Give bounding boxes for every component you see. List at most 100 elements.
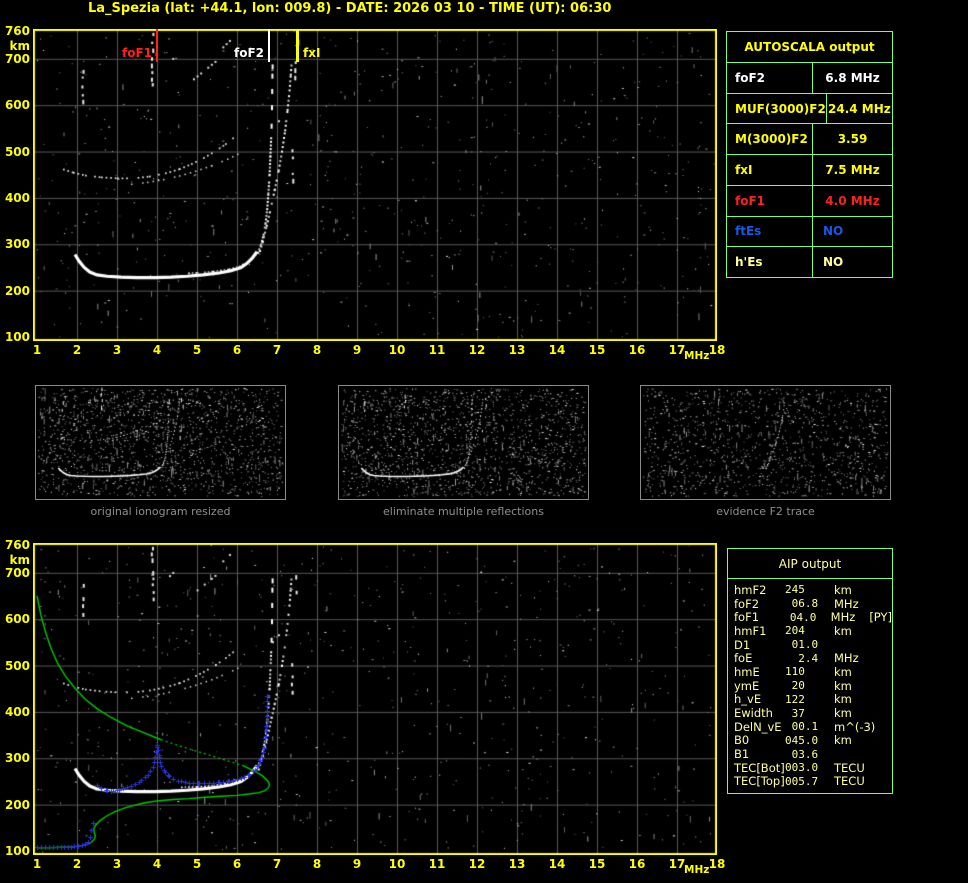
thumbnail-caption: eliminate multiple reflections [338, 505, 589, 518]
table-row: MUF(3000)F2 24.4 MHz [727, 94, 892, 125]
autoscala-table-title: AUTOSCALA output [727, 32, 892, 63]
thumbnail-evidence-f2-trace [640, 385, 891, 500]
axis-tick-label: 2 [66, 344, 88, 356]
aip-cell: hmE [734, 665, 785, 679]
fof1-marker-label: foF1 [118, 47, 152, 60]
aip-row: TEC[Bot]003.0TECU [728, 761, 892, 775]
axis-tick-label: 10 [386, 858, 408, 870]
axis-tick-label: 11 [426, 344, 448, 356]
aip-cell: TEC[Top] [734, 774, 785, 788]
aip-row: foF2 06.8MHz [728, 597, 892, 611]
aip-cell: 06.8 [785, 597, 834, 610]
aip-cell: ymE [734, 679, 785, 693]
thumbnail-caption: evidence F2 trace [640, 505, 891, 518]
table-row: h'Es NO [727, 247, 892, 277]
axis-tick-label: 700 [0, 53, 30, 65]
axis-tick-label: 15 [586, 344, 608, 356]
aip-row: foF1 04.0MHz[PY] [728, 610, 892, 624]
fxi-marker-label: fxI [303, 47, 320, 60]
axis-tick-label: 7 [266, 344, 288, 356]
axis-tick-label: 10 [386, 344, 408, 356]
station-date-title: La_Spezia (lat: +44.1, lon: 009.8) - DAT… [88, 1, 611, 16]
fof2-marker-label: foF2 [230, 47, 264, 60]
aip-cell: km [834, 679, 874, 693]
axis-tick-label: 13 [506, 858, 528, 870]
aip-cell: D1 [734, 638, 785, 652]
axis-tick-label: 600 [0, 99, 30, 111]
aip-cell: 00.1 [785, 720, 834, 733]
axis-tick-label: 2 [66, 858, 88, 870]
aip-row: DelN_vE 00.1m^(-3) [728, 720, 892, 734]
axis-tick-label: 5 [186, 858, 208, 870]
axis-tick-label: 300 [0, 752, 30, 764]
aip-cell: km [834, 583, 874, 597]
param-value: NO [813, 247, 892, 277]
aip-cell: 245 [785, 583, 834, 596]
aip-cell: DelN_vE [734, 720, 785, 734]
aip-cell: km [834, 733, 874, 747]
fof2-marker-line [268, 29, 270, 62]
axis-tick-label: 9 [346, 344, 368, 356]
aip-cell: 005.7 [785, 775, 834, 788]
axis-tick-label: 15 [586, 858, 608, 870]
param-value: 24.4 MHz [827, 94, 892, 124]
axis-tick-label: 4 [146, 858, 168, 870]
aip-cell: foF2 [734, 597, 785, 611]
aip-cell: hmF1 [734, 624, 785, 638]
fof1-marker-line [156, 29, 158, 62]
axis-tick-label: 13 [506, 344, 528, 356]
aip-row: hmF2245km [728, 583, 892, 597]
aip-cell: h_vE [734, 692, 785, 706]
fxi-marker-line [296, 29, 299, 62]
thumbnail-original-ionogram [35, 385, 286, 500]
axis-tick-label: 400 [0, 192, 30, 204]
table-row: fxI 7.5 MHz [727, 155, 892, 186]
aip-cell: 122 [785, 693, 834, 706]
axis-tick-label: 8 [306, 858, 328, 870]
axis-tick-label: 12 [466, 344, 488, 356]
axis-tick-label: 12 [466, 858, 488, 870]
aip-row: foE 2.4MHz [728, 651, 892, 665]
aip-row: hmE110km [728, 665, 892, 679]
ionogram-canvas-bottom [33, 543, 717, 855]
axis-tick-label: 7 [266, 858, 288, 870]
aip-cell: 045.0 [785, 734, 834, 747]
param-label: ftEs [727, 217, 813, 247]
param-value: 3.59 [813, 124, 892, 154]
aip-row: ymE 20km [728, 679, 892, 693]
aip-cell: 20 [785, 679, 834, 692]
aip-cell: km [834, 692, 874, 706]
aip-row: D1 01.0 [728, 638, 892, 652]
thumbnail-eliminate-reflections [338, 385, 589, 500]
aip-cell: 37 [785, 707, 834, 720]
aip-cell: hmF2 [734, 583, 785, 597]
aip-cell: [PY] [869, 610, 892, 624]
axis-tick-label: 14 [546, 344, 568, 356]
axis-tick-label: 11 [426, 858, 448, 870]
aip-cell: 03.6 [785, 748, 834, 761]
aip-cell: TECU [834, 774, 874, 788]
aip-cell: MHz [834, 597, 874, 611]
aip-cell: Ewidth [734, 706, 785, 720]
axis-tick-label: km [0, 554, 30, 566]
axis-tick-label: 1 [26, 858, 48, 870]
param-value: NO [813, 217, 892, 247]
param-value: 4.0 MHz [813, 186, 892, 216]
axis-tick-label: 16 [626, 858, 648, 870]
aip-cell: 110 [785, 665, 834, 678]
param-label: M(3000)F2 [727, 124, 813, 154]
aip-cell: MHz [831, 610, 870, 624]
aip-cell: 2.4 [785, 652, 834, 665]
table-row: foF2 6.8 MHz [727, 63, 892, 94]
thumbnail-caption: original ionogram resized [35, 505, 286, 518]
param-label: h'Es [727, 247, 813, 277]
aip-row: TEC[Top]005.7TECU [728, 775, 892, 789]
param-label: foF2 [727, 63, 813, 93]
aip-cell: MHz [834, 651, 874, 665]
table-row: M(3000)F2 3.59 [727, 124, 892, 155]
axis-tick-label: 5 [186, 344, 208, 356]
aip-table-title: AIP output [728, 549, 892, 579]
aip-row: Ewidth 37km [728, 706, 892, 720]
ionogram-canvas-top [33, 29, 717, 341]
axis-tick-label: 500 [0, 146, 30, 158]
